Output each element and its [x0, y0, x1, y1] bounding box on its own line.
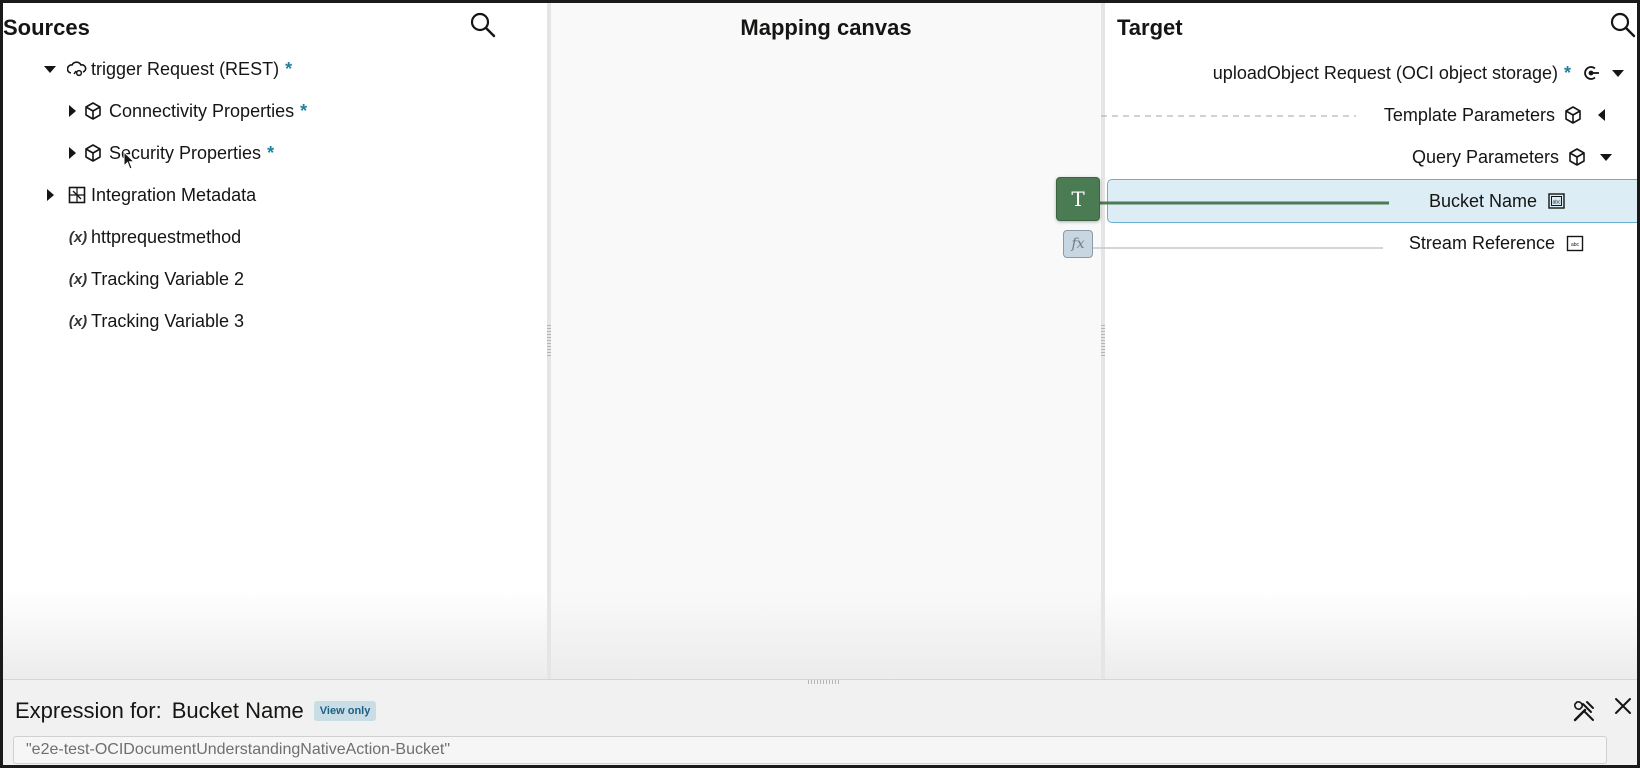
expression-value-field[interactable]: [13, 736, 1607, 764]
panel-fade: [1105, 589, 1637, 679]
variable-icon: (x): [68, 228, 88, 246]
target-title: Target: [1117, 15, 1183, 40]
rest-trigger-icon: [67, 61, 87, 77]
source-tree-item-tracking-variable-3[interactable]: (x) Tracking Variable 3: [67, 307, 244, 335]
panel-fade: [551, 589, 1101, 679]
object-cube-icon: [1569, 148, 1585, 166]
expand-down-icon[interactable]: [1599, 150, 1613, 164]
expand-down-icon[interactable]: [43, 62, 57, 76]
target-item-label: Template Parameters: [1383, 104, 1555, 125]
source-item-label: Tracking Variable 3: [91, 310, 245, 331]
source-tree-item-httprequestmethod[interactable]: (x) httprequestmethod: [67, 223, 241, 251]
expand-right-icon[interactable]: [43, 188, 57, 202]
function-node[interactable]: fx: [1063, 230, 1093, 258]
string-field-icon: abc: [1548, 193, 1565, 209]
variable-icon: (x): [68, 270, 88, 288]
target-tree-item-template-parameters[interactable]: Template Parameters: [1383, 101, 1605, 129]
close-icon[interactable]: [1611, 694, 1635, 718]
source-tree-item-connectivity-properties[interactable]: Connectivity Properties *: [65, 97, 307, 125]
target-tree-item-stream-reference[interactable]: Stream Reference abc: [1409, 229, 1585, 257]
expression-prefix: Expression for:: [15, 698, 162, 723]
source-tree-item-trigger-request[interactable]: trigger Request (REST) *: [43, 55, 292, 83]
source-item-label: Integration Metadata: [91, 184, 257, 205]
text-function-node[interactable]: T: [1056, 177, 1100, 221]
expand-right-icon[interactable]: [65, 146, 79, 160]
target-tree-item-bucket-name[interactable]: Bucket Name abc: [1429, 187, 1567, 215]
expression-panel-resize-handle[interactable]: [808, 680, 840, 684]
required-marker: *: [300, 100, 308, 121]
object-cube-icon: [85, 144, 101, 162]
mapper-window: Sources trigger Request (REST) * Connect…: [3, 3, 1637, 765]
panel-fade: [3, 589, 547, 679]
object-cube-icon: [85, 102, 101, 120]
metadata-icon: [68, 186, 86, 204]
svg-text:abc: abc: [1552, 200, 1561, 206]
bucket-name-mapping-line: [1099, 201, 1389, 205]
stream-reference-line: [1093, 247, 1383, 249]
target-search-icon[interactable]: [1609, 11, 1637, 39]
source-item-label: Tracking Variable 2: [91, 268, 245, 289]
target-item-label: Query Parameters: [1411, 146, 1559, 167]
target-tree-item-query-parameters[interactable]: Query Parameters: [1411, 143, 1612, 171]
mouse-cursor-icon: [123, 151, 136, 170]
expand-right-icon[interactable]: [65, 104, 79, 118]
sources-search-icon[interactable]: [469, 11, 497, 39]
sources-panel: Sources trigger Request (REST) * Connect…: [3, 3, 547, 679]
source-item-label: Connectivity Properties: [109, 100, 295, 121]
target-item-label: Stream Reference: [1408, 232, 1555, 253]
mapping-canvas-panel: Mapping canvas: [551, 3, 1101, 679]
sources-title: Sources: [3, 15, 90, 40]
expression-field-name: Bucket Name: [171, 698, 304, 723]
invoke-adapter-icon: [1584, 66, 1599, 80]
source-tree-item-integration-metadata[interactable]: Integration Metadata: [43, 181, 256, 209]
source-tree-item-tracking-variable-2[interactable]: (x) Tracking Variable 2: [67, 265, 244, 293]
required-marker: *: [1563, 62, 1571, 83]
object-cube-icon: [1565, 106, 1581, 124]
source-item-label: httprequestmethod: [91, 226, 242, 247]
target-item-label: uploadObject Request (OCI object storage…: [1212, 62, 1558, 83]
collapse-left-icon[interactable]: [1595, 108, 1609, 122]
source-item-label: trigger Request (REST): [91, 58, 280, 79]
expression-panel: Expression for: Bucket Name View only: [3, 679, 1637, 765]
svg-text:abc: abc: [1571, 242, 1580, 248]
target-item-label: Bucket Name: [1428, 190, 1537, 211]
view-only-badge: View only: [313, 701, 377, 721]
source-tree-item-security-properties[interactable]: Security Properties *: [65, 139, 274, 167]
target-tree-item-uploadobject-request[interactable]: uploadObject Request (OCI object storage…: [1213, 59, 1625, 87]
required-marker: *: [267, 142, 275, 163]
expression-header: Expression for: Bucket Name View only: [15, 698, 377, 724]
string-field-icon: abc: [1566, 235, 1584, 252]
template-parameters-connector: [1101, 115, 1356, 117]
variable-icon: (x): [68, 312, 88, 330]
expand-down-icon[interactable]: [1611, 66, 1625, 80]
canvas-title: Mapping canvas: [740, 15, 912, 40]
required-marker: *: [285, 58, 293, 79]
tools-icon[interactable]: [1571, 698, 1597, 724]
target-panel: Target uploadObject Request (OCI object …: [1093, 3, 1637, 679]
